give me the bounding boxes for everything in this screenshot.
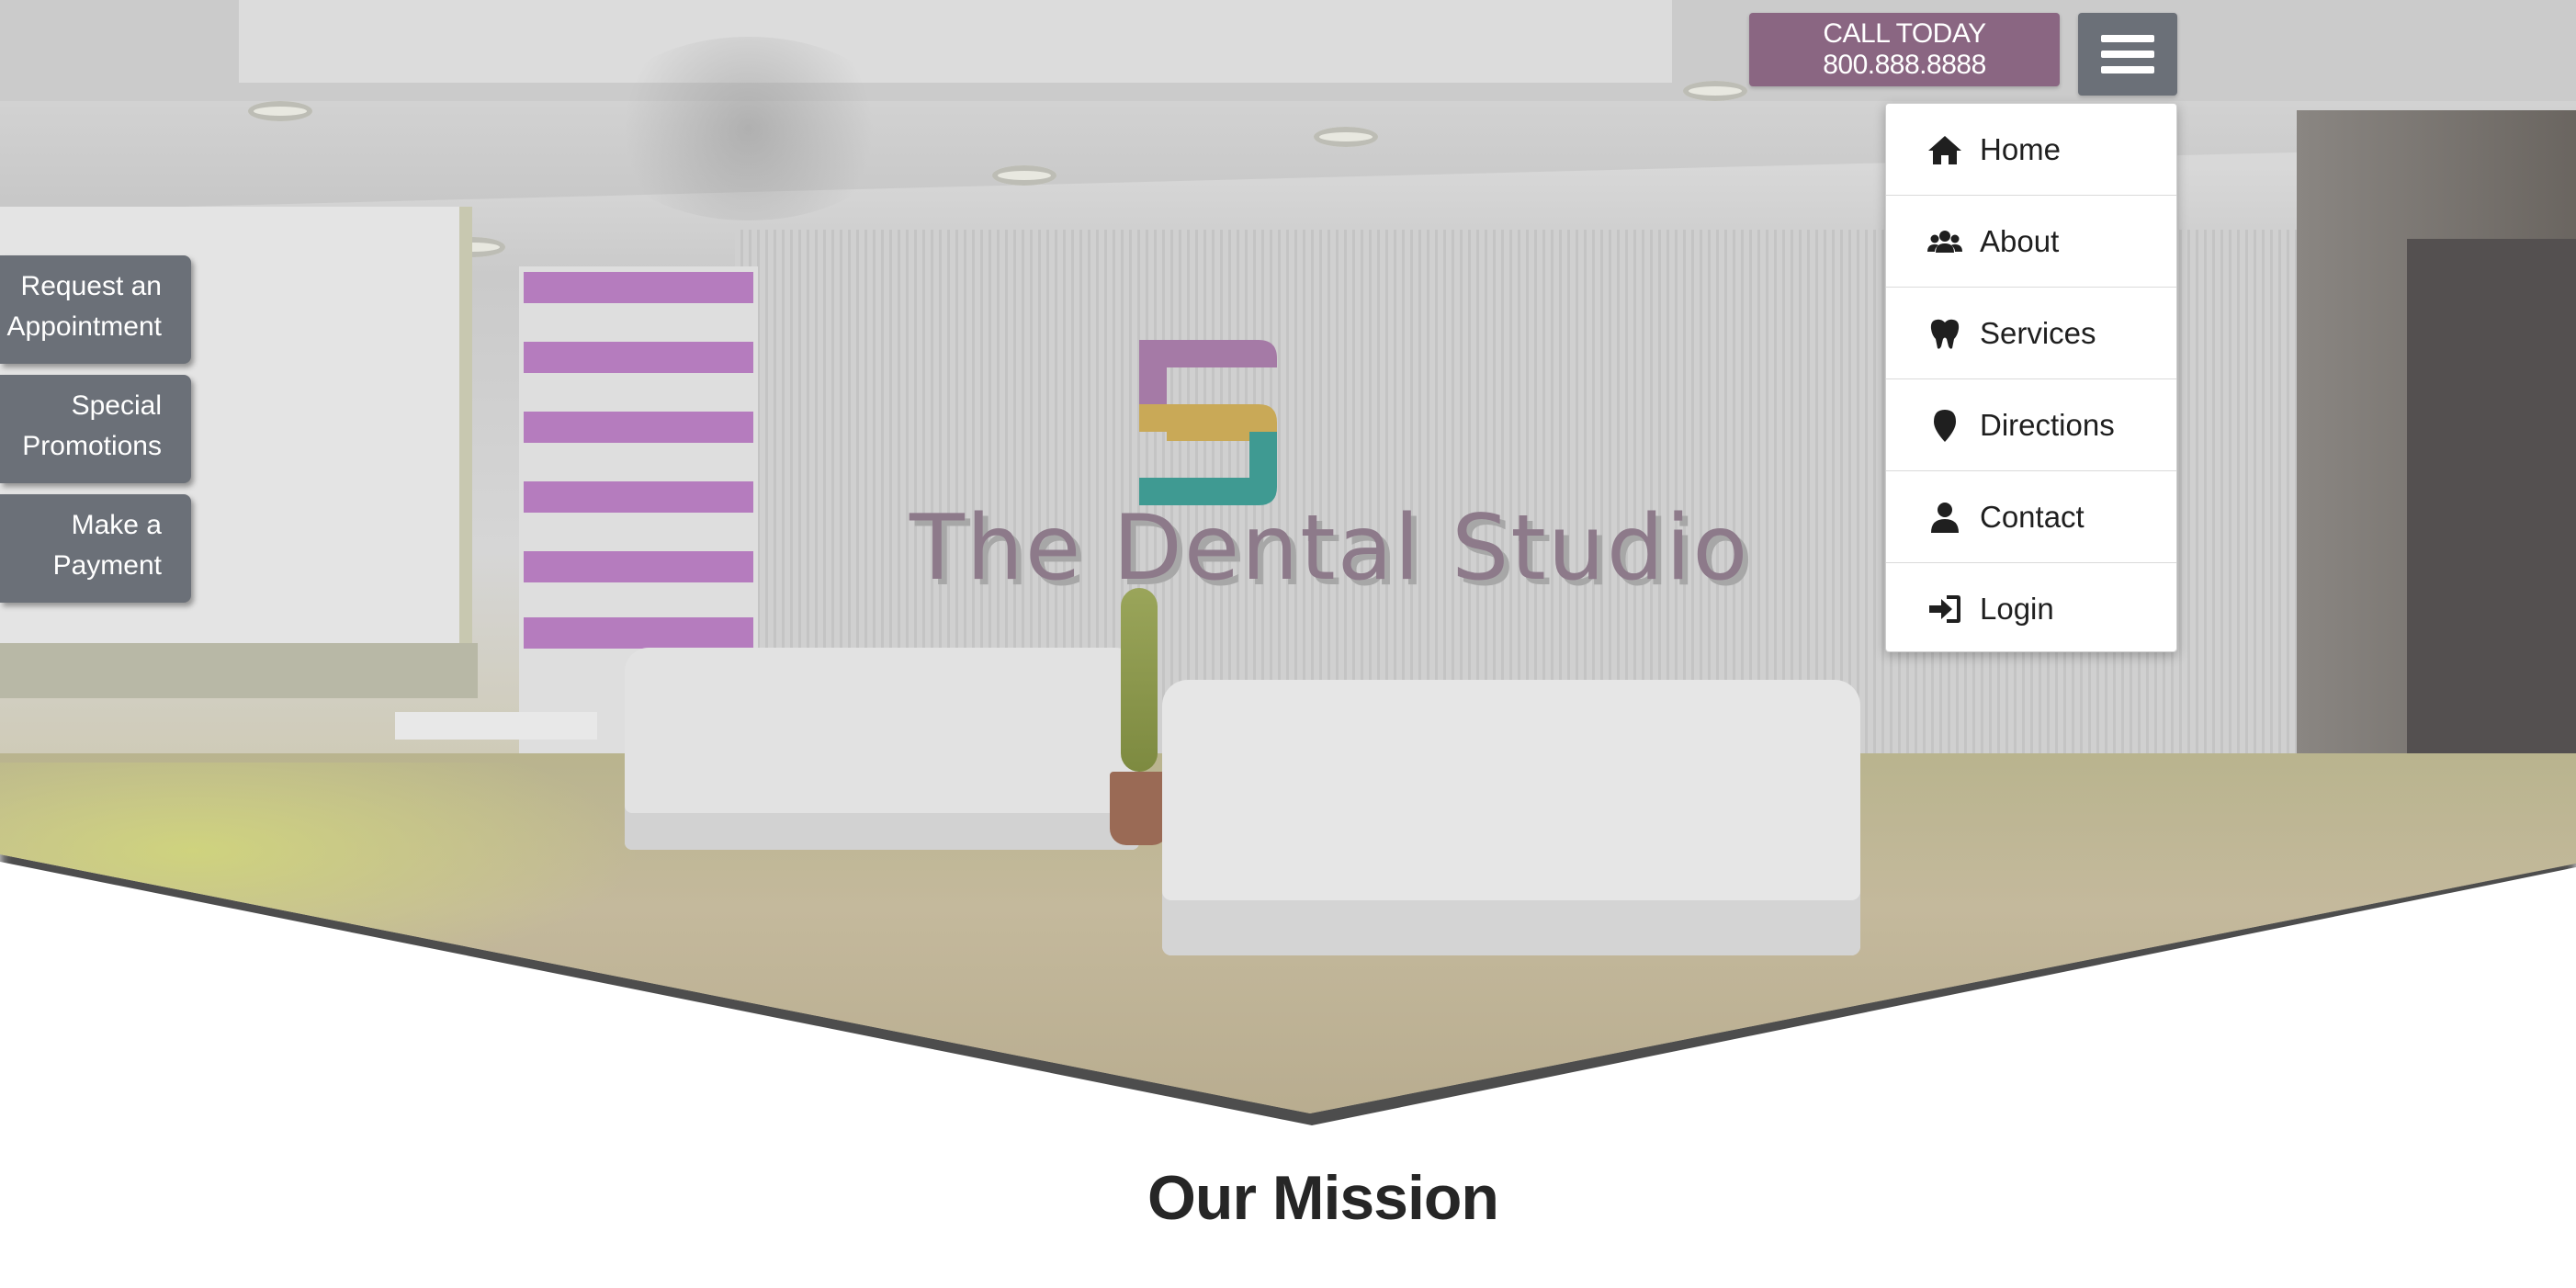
sofa — [1162, 680, 1860, 955]
chandelier — [597, 37, 900, 220]
tab-label-line: Request an — [20, 271, 162, 301]
dental-studio-logo-icon — [1139, 340, 1277, 505]
nav-item-services[interactable]: Services — [1886, 288, 2176, 379]
ceiling-panel — [239, 0, 1672, 83]
hamburger-menu-icon — [2101, 51, 2154, 58]
tab-label-line: Appointment — [6, 311, 162, 342]
special-promotions-tab[interactable]: Special Promotions — [0, 375, 191, 483]
sign-in-icon — [1926, 591, 1963, 627]
nav-item-contact[interactable]: Contact — [1886, 471, 2176, 563]
pillar-stripe — [524, 412, 753, 443]
sofa — [625, 648, 1139, 850]
side-table — [395, 712, 597, 740]
floor-reflection — [0, 763, 643, 983]
ceiling-soffit — [0, 101, 2576, 211]
nav-item-label: About — [1980, 223, 2060, 258]
nav-item-directions[interactable]: Directions — [1886, 379, 2176, 471]
hamburger-menu-button[interactable] — [2078, 13, 2177, 96]
ceiling-light — [248, 101, 312, 121]
ceiling-light — [1683, 81, 1747, 101]
pillar-stripe — [524, 481, 753, 513]
nav-item-about[interactable]: About — [1886, 196, 2176, 288]
tab-label-line: Make a — [71, 510, 162, 540]
nav-item-login[interactable]: Login — [1886, 563, 2176, 651]
section-title-our-mission: Our Mission — [1147, 1163, 1499, 1233]
request-appointment-tab[interactable]: Request an Appointment — [0, 255, 191, 364]
pillar-stripe — [524, 272, 753, 303]
home-icon — [1926, 131, 1963, 168]
pillar-stripe — [524, 617, 753, 649]
page: The Dental Studio CALL TODAY 800.888.888… — [0, 0, 2576, 1288]
hero-image: The Dental Studio — [0, 0, 2576, 1113]
tab-label-line: Payment — [52, 550, 162, 581]
hamburger-menu-icon — [2101, 35, 2154, 42]
pillar-stripe — [524, 551, 753, 582]
map-pin-icon — [1926, 407, 1963, 444]
window-sill — [0, 643, 478, 698]
call-today-button[interactable]: CALL TODAY 800.888.8888 — [1749, 13, 2060, 86]
nav-item-label: Directions — [1980, 407, 2115, 442]
make-payment-tab[interactable]: Make a Payment — [0, 494, 191, 603]
ceiling-light — [1314, 127, 1378, 147]
nav-item-label: Home — [1980, 131, 2062, 166]
ceiling-light — [992, 165, 1056, 186]
nav-item-label: Login — [1980, 592, 2054, 626]
users-icon — [1926, 223, 1963, 260]
wall-sign: The Dental Studio — [910, 496, 1750, 601]
tooth-icon — [1926, 315, 1963, 352]
pillar-stripe — [524, 342, 753, 373]
tab-label-line: Special — [71, 390, 162, 421]
plant — [1121, 588, 1158, 772]
nav-item-home[interactable]: Home — [1886, 104, 2176, 196]
tab-label-line: Promotions — [22, 431, 162, 461]
plant-pot — [1110, 772, 1169, 845]
hamburger-menu-icon — [2101, 66, 2154, 73]
nav-item-label: Contact — [1980, 499, 2085, 534]
nav-dropdown-menu: Home About Services Directions Contact L… — [1885, 103, 2177, 652]
nav-item-label: Services — [1980, 315, 2096, 350]
user-icon — [1926, 499, 1963, 536]
